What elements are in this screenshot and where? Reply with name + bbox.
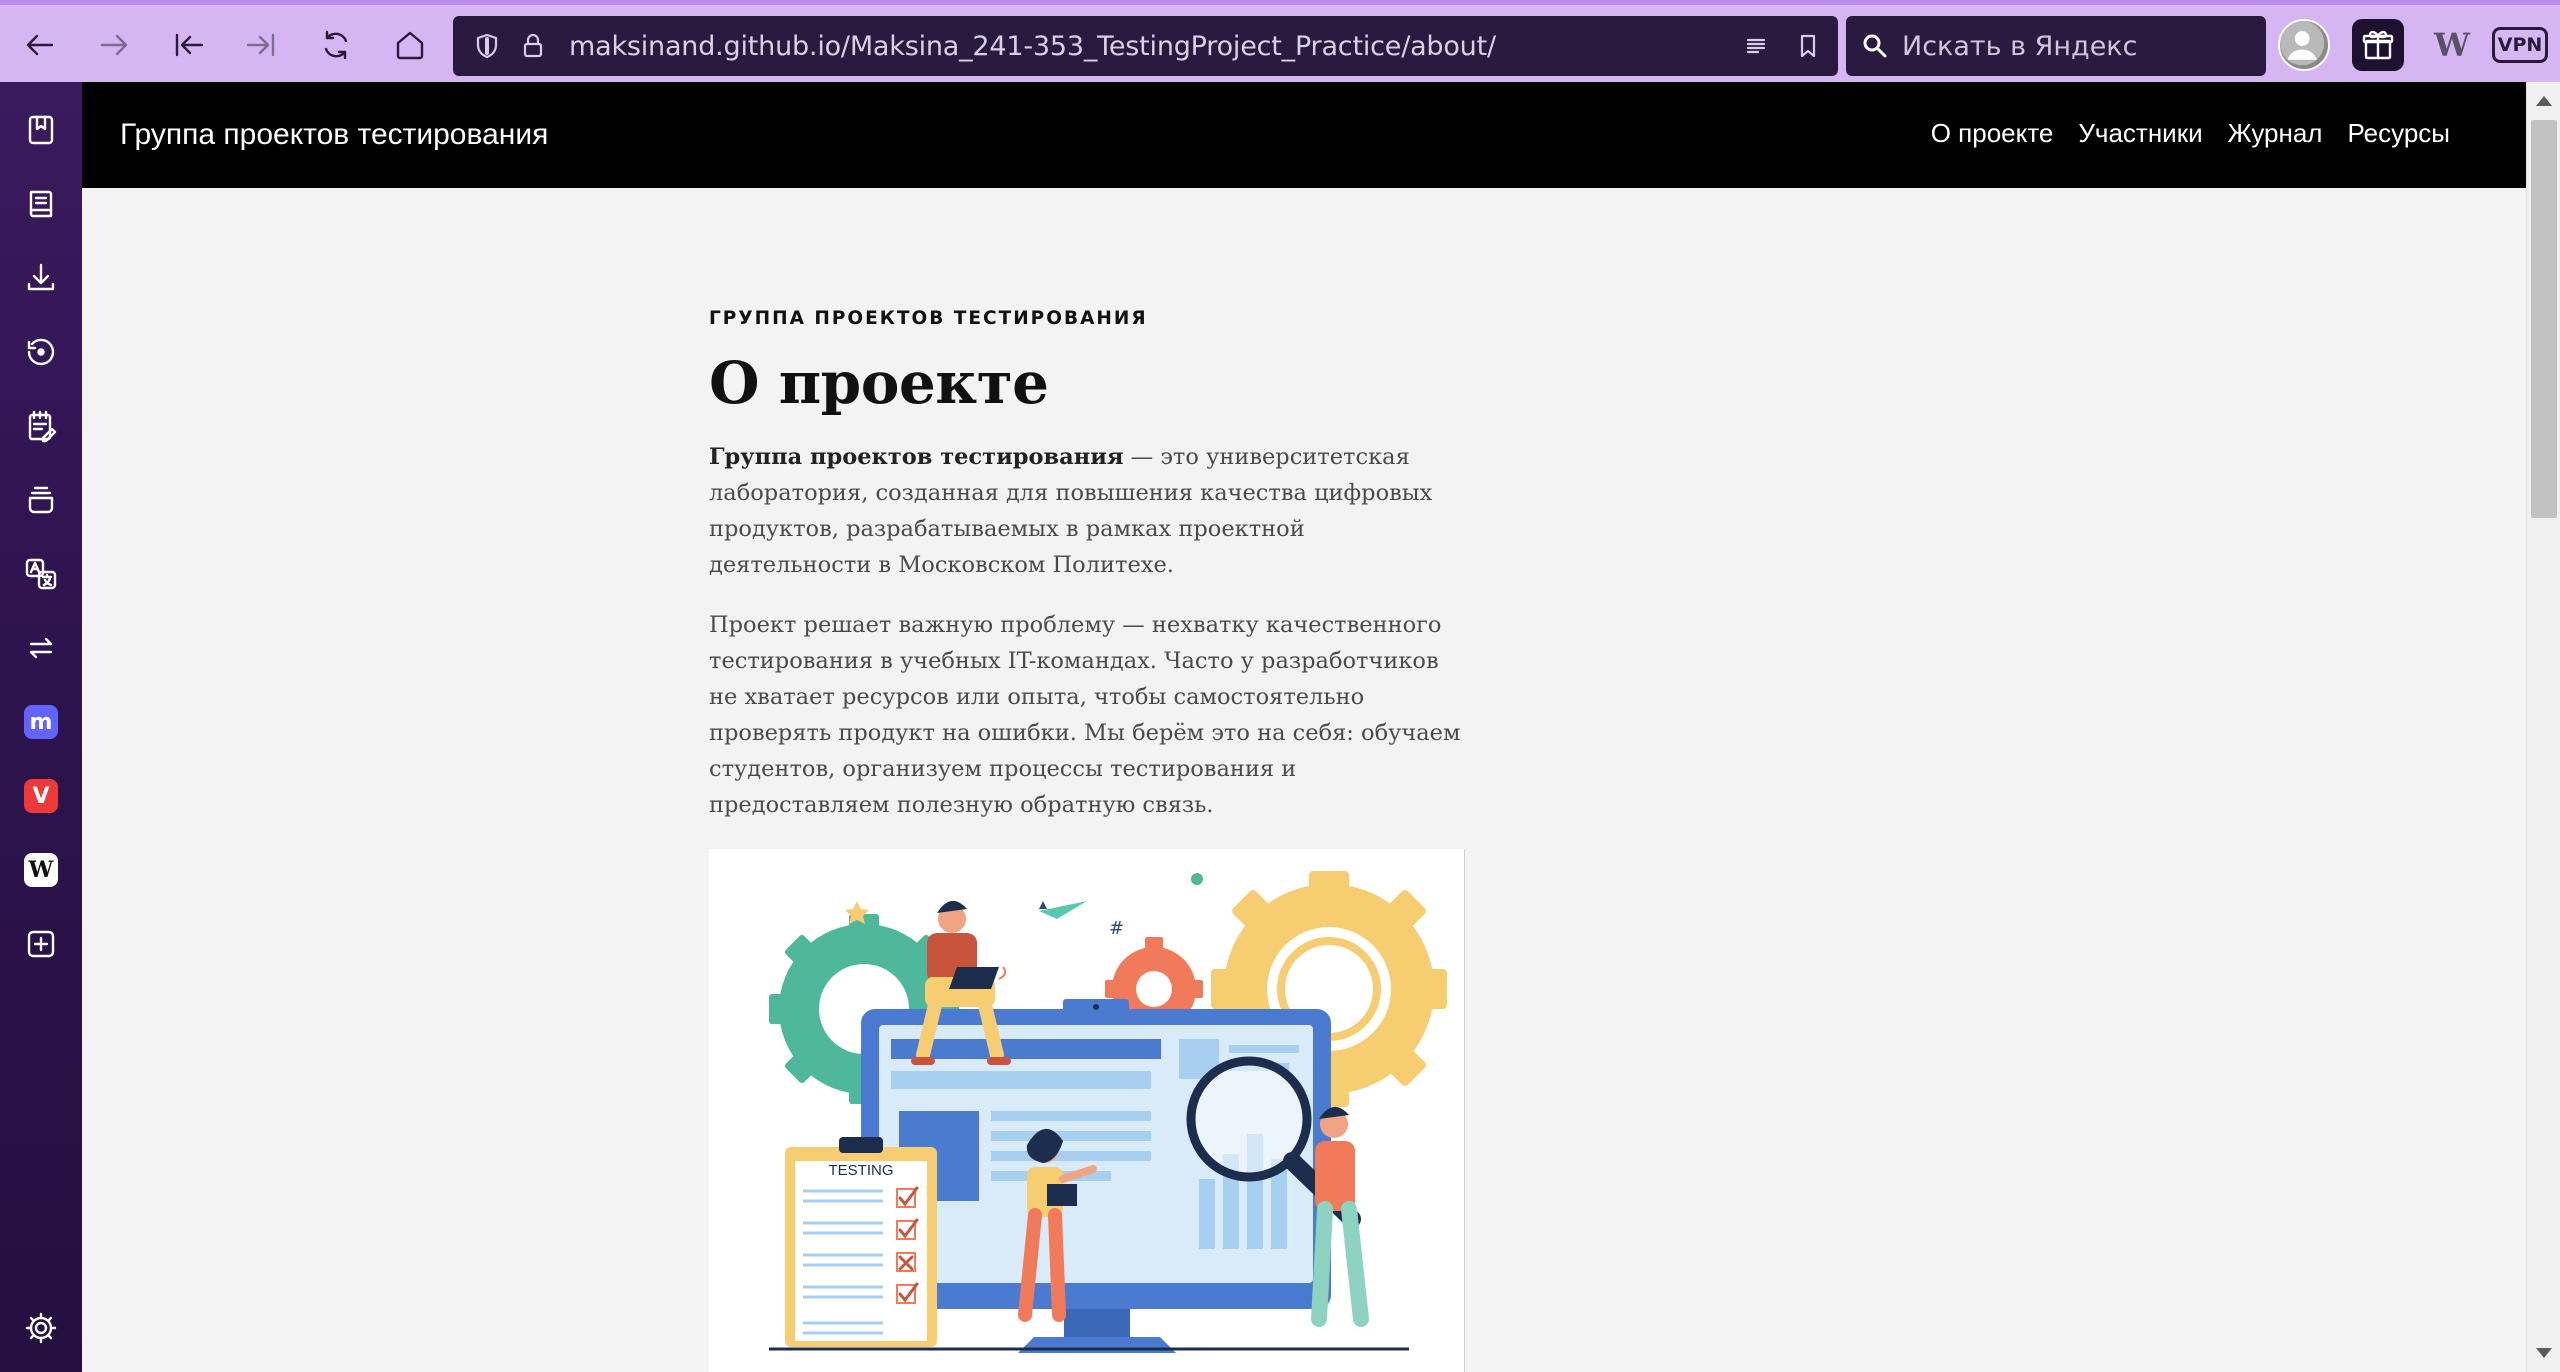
intro-bold: Группа проектов тестирования bbox=[709, 444, 1124, 470]
page-content: ГРУППА ПРОЕКТОВ ТЕСТИРОВАНИЯ О проекте Г… bbox=[709, 188, 1465, 1372]
site-header: Группа проектов тестирования О проекте У… bbox=[82, 82, 2526, 188]
first-page-icon[interactable] bbox=[162, 19, 214, 71]
translate-icon[interactable] bbox=[15, 548, 67, 600]
search-icon bbox=[1863, 34, 1887, 58]
page-kicker: ГРУППА ПРОЕКТОВ ТЕСТИРОВАНИЯ bbox=[709, 308, 1148, 329]
history-icon[interactable] bbox=[15, 326, 67, 378]
browser-toolbar: maksinand.github.io/Maksina_241-353_Test… bbox=[0, 0, 2560, 82]
bookmarks-icon[interactable] bbox=[15, 104, 67, 156]
clipboard-label: TESTING bbox=[828, 1162, 893, 1179]
nav-about[interactable]: О проекте bbox=[1931, 118, 2054, 149]
gift-icon[interactable] bbox=[2352, 19, 2404, 71]
notes-icon[interactable] bbox=[15, 400, 67, 452]
address-bar[interactable]: maksinand.github.io/Maksina_241-353_Test… bbox=[453, 16, 1838, 76]
reading-list-icon[interactable] bbox=[15, 178, 67, 230]
reader-mode-icon[interactable] bbox=[1734, 24, 1778, 68]
last-page-icon[interactable] bbox=[236, 19, 288, 71]
profile-avatar[interactable] bbox=[2278, 19, 2330, 71]
nav-journal[interactable]: Журнал bbox=[2228, 118, 2323, 149]
home-icon[interactable] bbox=[384, 19, 436, 71]
back-icon[interactable] bbox=[14, 19, 66, 71]
scroll-up-arrow-icon[interactable] bbox=[2536, 96, 2552, 106]
nav-resources[interactable]: Ресурсы bbox=[2347, 118, 2450, 149]
reload-icon[interactable] bbox=[310, 19, 362, 71]
search-input[interactable] bbox=[1902, 30, 2242, 62]
downloads-icon[interactable] bbox=[15, 252, 67, 304]
side-panel: m V W bbox=[0, 82, 82, 1372]
page-scrollbar[interactable] bbox=[2526, 82, 2560, 1372]
add-panel-icon[interactable] bbox=[15, 918, 67, 970]
vpn-icon[interactable]: VPN bbox=[2492, 27, 2548, 63]
page-title: О проекте bbox=[709, 349, 1049, 417]
nav-members[interactable]: Участники bbox=[2078, 118, 2202, 149]
svg-text:#: # bbox=[1109, 918, 1124, 939]
problem-paragraph: Проект решает важную проблему — нехватку… bbox=[709, 612, 1461, 818]
search-bar[interactable] bbox=[1846, 16, 2266, 76]
sync-icon[interactable] bbox=[15, 622, 67, 674]
wikipedia-icon[interactable]: W bbox=[15, 844, 67, 896]
site-nav: О проекте Участники Журнал Ресурсы bbox=[1931, 118, 2450, 149]
settings-icon[interactable] bbox=[15, 1302, 67, 1354]
bookmark-icon[interactable] bbox=[1786, 24, 1830, 68]
webpage-viewport: Группа проектов тестирования О проекте У… bbox=[82, 82, 2526, 1372]
scroll-thumb[interactable] bbox=[2531, 120, 2557, 518]
mastodon-icon[interactable]: m bbox=[15, 696, 67, 748]
vivaldi-icon[interactable]: V bbox=[15, 770, 67, 822]
forward-icon[interactable] bbox=[88, 19, 140, 71]
window-stack-icon[interactable] bbox=[15, 474, 67, 526]
shield-icon[interactable] bbox=[465, 24, 509, 68]
wiki-icon[interactable]: W bbox=[2430, 23, 2474, 67]
intro-paragraph: Группа проектов тестирования — это униве… bbox=[709, 439, 1465, 583]
site-title-link[interactable]: Группа проектов тестирования bbox=[120, 118, 548, 152]
testing-illustration: # TESTING bbox=[709, 849, 1465, 1372]
lock-icon[interactable] bbox=[511, 24, 555, 68]
scroll-down-arrow-icon[interactable] bbox=[2536, 1348, 2552, 1358]
url-text[interactable]: maksinand.github.io/Maksina_241-353_Test… bbox=[569, 31, 1496, 62]
